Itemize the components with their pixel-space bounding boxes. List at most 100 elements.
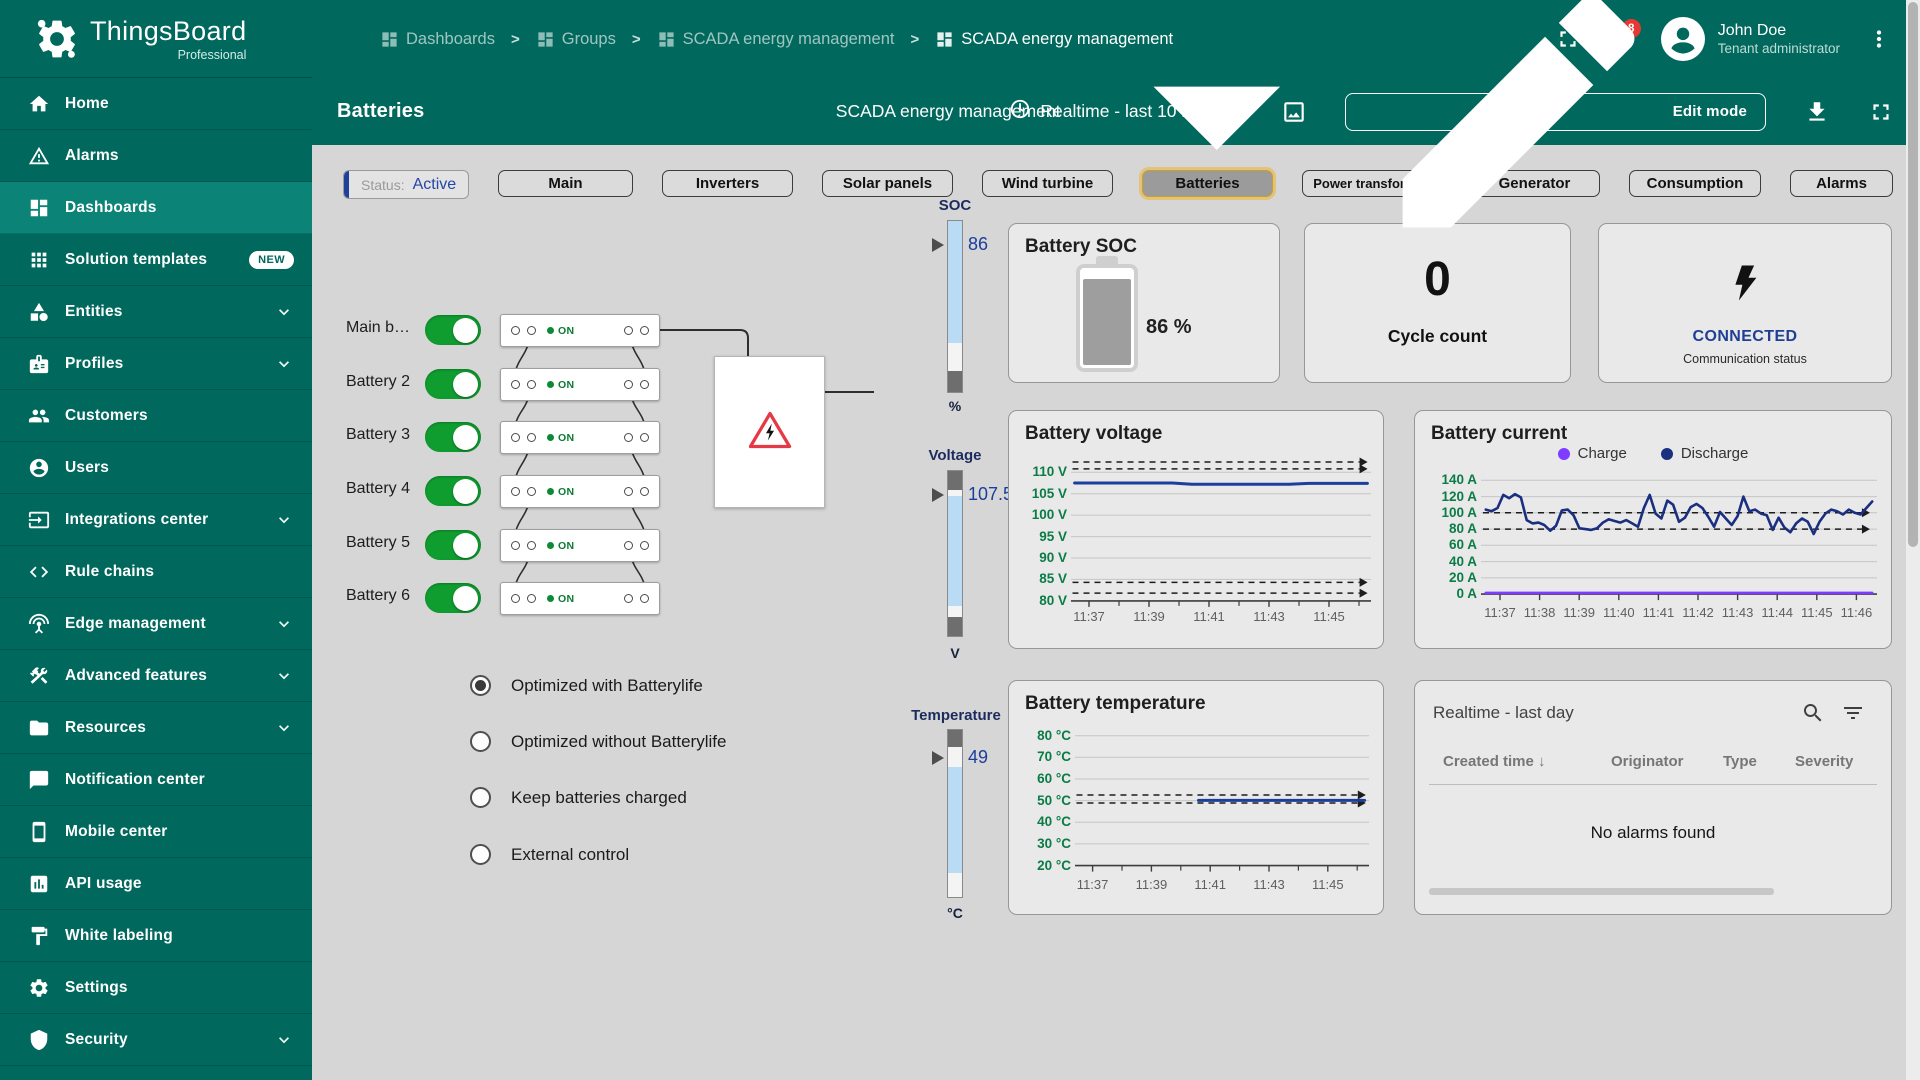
phone-icon <box>28 821 50 843</box>
battery-toggle-4[interactable] <box>425 476 481 506</box>
battery-toggle-3[interactable] <box>425 422 481 452</box>
battery-toggle-2[interactable] <box>425 369 481 399</box>
user-menu[interactable]: John Doe Tenant administrator <box>1718 21 1840 58</box>
sidebar-item-settings[interactable]: Settings <box>0 962 312 1014</box>
expand-fullscreen-icon[interactable] <box>1868 99 1894 125</box>
sidebar-item-label: Settings <box>65 979 128 997</box>
sidebar-item-dashboards[interactable]: Dashboards <box>0 182 312 234</box>
legend-item[interactable]: Discharge <box>1661 445 1749 462</box>
sidebar-item-white-labeling[interactable]: White labeling <box>0 910 312 962</box>
y-axis-tick: 120 A <box>1425 489 1477 504</box>
battery-unit-2[interactable]: ON <box>500 368 660 401</box>
sidebar-item-resources[interactable]: Resources <box>0 702 312 754</box>
sidebar-item-entities[interactable]: Entities <box>0 286 312 338</box>
breadcrumb-item[interactable]: Dashboards <box>380 30 495 49</box>
sidebar-item-label: Entities <box>65 303 123 321</box>
radio-button[interactable] <box>470 675 491 696</box>
apps-grid-icon <box>28 249 50 271</box>
page-title: Batteries <box>337 100 424 123</box>
sidebar-item-alarms[interactable]: Alarms <box>0 130 312 182</box>
tools-icon <box>28 665 50 687</box>
tab-inverters[interactable]: Inverters <box>662 170 793 197</box>
battery-switch-label: Battery 3 <box>330 426 410 444</box>
y-axis-tick: 80 V <box>1019 593 1067 608</box>
edit-mode-button[interactable]: Edit mode <box>1345 93 1766 131</box>
sidebar-item-label: Mobile center <box>65 823 168 841</box>
tools-icon <box>28 665 50 687</box>
tab-alarms[interactable]: Alarms <box>1790 170 1893 197</box>
tab-main[interactable]: Main <box>498 170 633 197</box>
sidebar-item-customers[interactable]: Customers <box>0 390 312 442</box>
sidebar-item-users[interactable]: Users <box>0 442 312 494</box>
battery-unit-3[interactable]: ON <box>500 421 660 454</box>
legend-dot <box>1558 448 1570 460</box>
gear-icon <box>28 977 50 999</box>
battery-switch-label: Battery 5 <box>330 534 410 552</box>
breadcrumb-item[interactable]: Groups <box>536 30 616 49</box>
legend-item[interactable]: Charge <box>1558 445 1627 462</box>
sidebar-item-profiles[interactable]: Profiles <box>0 338 312 390</box>
badge-icon <box>28 353 50 375</box>
radio-optimized-without-batterylife[interactable]: Optimized without Batterylife <box>470 731 726 752</box>
brand-name: ThingsBoard <box>90 16 246 47</box>
notification-icon <box>28 769 50 791</box>
filter-icon[interactable] <box>1841 701 1865 725</box>
sidebar: ThingsBoard Professional Home Alarms Das… <box>0 0 312 1080</box>
chevron-down-icon <box>274 354 294 374</box>
sidebar-item-label: Profiles <box>65 355 123 373</box>
sidebar-item-security[interactable]: Security <box>0 1014 312 1066</box>
alarms-horizontal-scrollbar[interactable] <box>1429 888 1774 895</box>
download-icon <box>1804 99 1830 125</box>
chevron-down-icon <box>274 666 294 686</box>
phone-icon <box>28 821 50 843</box>
battery-unit-6[interactable]: ON <box>500 582 660 615</box>
integration-icon <box>28 509 50 531</box>
sidebar-item-notification-center[interactable]: Notification center <box>0 754 312 806</box>
cycle-count-label: Cycle count <box>1305 326 1570 347</box>
battery-toggle-6[interactable] <box>425 583 481 613</box>
sidebar-item-solution-templates[interactable]: Solution templatesNEW <box>0 234 312 286</box>
battery-unit-4[interactable]: ON <box>500 475 660 508</box>
alarm-column-severity[interactable]: Severity <box>1795 753 1853 770</box>
radio-keep-batteries-charged[interactable]: Keep batteries charged <box>470 787 687 808</box>
radio-optimized-with-batterylife[interactable]: Optimized with Batterylife <box>470 675 703 696</box>
y-axis-tick: 30 °C <box>1019 836 1071 851</box>
sidebar-item-label: Security <box>65 1031 128 1049</box>
alarm-column-originator[interactable]: Originator <box>1611 753 1684 770</box>
sidebar-item-edge-management[interactable]: Edge management <box>0 598 312 650</box>
battery-unit-1[interactable]: ON <box>500 314 660 347</box>
page-scrollbar[interactable] <box>1906 0 1920 1080</box>
battery-toggle-1[interactable] <box>425 315 481 345</box>
dashboard-state-select[interactable]: SCADA energy management <box>836 0 1365 264</box>
battery-toggle-5[interactable] <box>425 530 481 560</box>
sidebar-item-home[interactable]: Home <box>0 78 312 130</box>
entities-icon <box>28 301 50 323</box>
alarm-column-type[interactable]: Type <box>1723 753 1757 770</box>
radio-button[interactable] <box>470 787 491 808</box>
download-icon[interactable] <box>1804 99 1830 125</box>
radio-button[interactable] <box>470 844 491 865</box>
more-vert-icon[interactable] <box>1866 26 1892 52</box>
search-icon <box>1801 701 1825 725</box>
thingsboard-logo[interactable]: ThingsBoard Professional <box>0 0 312 78</box>
breadcrumb-separator: > <box>511 31 520 48</box>
sidebar-item-rule-chains[interactable]: Rule chains <box>0 546 312 598</box>
alarm-column-created-time[interactable]: Created time ↓ <box>1443 753 1546 770</box>
thingsboard-dashboard-page: ThingsBoard Professional Home Alarms Das… <box>0 0 1920 1080</box>
sidebar-item-label: Notification center <box>65 771 205 789</box>
radio-external-control[interactable]: External control <box>470 844 629 865</box>
y-axis-tick: 70 °C <box>1019 749 1071 764</box>
radio-button[interactable] <box>470 731 491 752</box>
sidebar-item-mobile-center[interactable]: Mobile center <box>0 806 312 858</box>
battery-unit-5[interactable]: ON <box>500 529 660 562</box>
sidebar-item-api-usage[interactable]: API usage <box>0 858 312 910</box>
chevron-down-icon <box>274 354 294 374</box>
search-icon[interactable] <box>1801 701 1825 725</box>
converter-box[interactable] <box>714 356 825 508</box>
home-icon <box>28 93 50 115</box>
status-chip-label: Status: <box>361 177 405 193</box>
sidebar-item-advanced-features[interactable]: Advanced features <box>0 650 312 702</box>
user-role: Tenant administrator <box>1718 41 1840 58</box>
page-scrollbar-thumb[interactable] <box>1908 2 1918 547</box>
sidebar-item-integrations-center[interactable]: Integrations center <box>0 494 312 546</box>
